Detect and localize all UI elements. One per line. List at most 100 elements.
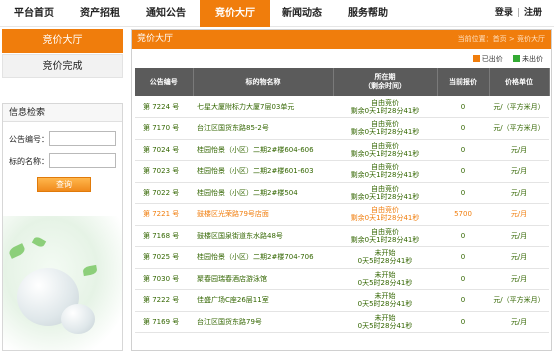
row-price: 0	[437, 311, 489, 333]
row-name-link[interactable]: 桂园怡景（小区）二期2#楼601-603	[193, 160, 333, 183]
panel-header: 竞价大厅 当前位置：首页 > 竞价大厅	[132, 30, 551, 49]
query-button[interactable]: 查询	[37, 177, 91, 192]
row-remaining-time: 剩余0天1时28分41秒	[350, 235, 420, 244]
row-code: 第 7023 号	[135, 160, 193, 183]
row-name-link[interactable]: 七星大厦附标力大厦7层03单元	[193, 96, 333, 118]
bidding-table: 公告编号 标的物名称 所在期 （剩余时间） 当前报价 价格单位 第 7224 号…	[135, 68, 550, 333]
legend-swatch-not-bid	[513, 55, 520, 62]
row-code: 第 7169 号	[135, 311, 193, 333]
table-row[interactable]: 第 7221 号鼓楼区光荣路79号店面 自由竞价 剩余0天1时28分41秒 5700 元…	[135, 203, 549, 226]
separator: |	[516, 8, 520, 18]
row-period: 未开始 0天5时28分41秒	[333, 311, 437, 333]
table-row[interactable]: 第 7170 号台江区国货东路85-2号 自由竞价 剩余0天1时28分41秒 0 元/（…	[135, 117, 549, 140]
row-unit: 元/月	[489, 182, 549, 204]
code-label: 公告编号：	[9, 135, 49, 144]
row-name-link[interactable]: 聚春园瑞春酒店游泳馆	[193, 268, 333, 290]
name-label: 标的名称：	[9, 157, 49, 166]
sidebar-item-bidding-done[interactable]: 竞价完成	[2, 54, 123, 78]
status-legend: 已出价 未出价	[465, 54, 543, 64]
row-status: 自由竞价	[371, 227, 399, 236]
register-link[interactable]: 注册	[524, 8, 542, 18]
row-price: 0	[437, 246, 489, 269]
row-price: 0	[437, 182, 489, 204]
row-unit: 元/月	[489, 246, 549, 269]
row-code: 第 7024 号	[135, 139, 193, 161]
search-title: 信息检索	[3, 104, 122, 122]
login-link[interactable]: 登录	[495, 8, 513, 18]
row-code: 第 7025 号	[135, 246, 193, 269]
row-unit: 元/（平方米月）	[489, 117, 549, 140]
row-remaining-time: 剩余0天1时28分41秒	[350, 149, 420, 158]
table-row[interactable]: 第 7168 号鼓楼区国泉街道东水路48号 自由竞价 剩余0天1时28分41秒 0 元/…	[135, 225, 549, 247]
nav-notices[interactable]: 通知公告	[134, 0, 198, 27]
table-row[interactable]: 第 7222 号佳盛广场C座26层11室 未开始 0天5时28分41秒 0 元/（平方米…	[135, 289, 549, 312]
table-row[interactable]: 第 7023 号桂园怡景（小区）二期2#楼601-603 自由竞价 剩余0天1时28…	[135, 160, 549, 183]
bidding-hall-panel: 竞价大厅 当前位置：首页 > 竞价大厅 已出价 未出价 公告编号 标的物名称 所…	[131, 29, 552, 351]
row-price: 0	[437, 96, 489, 118]
row-unit: 元/月	[489, 268, 549, 290]
row-period: 未开始 0天5时28分41秒	[333, 268, 437, 290]
row-remaining-time: 0天5时28分41秒	[357, 321, 413, 330]
table-row[interactable]: 第 7025 号桂园怡景（小区）二期2#楼704-706 未开始 0天5时28分41…	[135, 246, 549, 269]
row-remaining-time: 剩余0天1时28分41秒	[350, 106, 420, 115]
sidebar-menu: 竞价大厅 竞价完成	[2, 29, 123, 79]
table-header-row: 公告编号 标的物名称 所在期 （剩余时间） 当前报价 价格单位	[135, 68, 550, 96]
row-name-link[interactable]: 台江区国货东路85-2号	[193, 117, 333, 140]
row-code: 第 7221 号	[135, 203, 193, 226]
row-name-link[interactable]: 桂园怡景（小区）二期2#楼604-606	[193, 139, 333, 161]
col-name: 标的物名称	[193, 68, 334, 96]
col-unit: 价格单位	[489, 68, 550, 96]
table-row[interactable]: 第 7024 号桂园怡景（小区）二期2#楼604-606 自由竞价 剩余0天1时28…	[135, 139, 549, 161]
name-input[interactable]	[49, 153, 116, 168]
col-price: 当前报价	[437, 68, 490, 96]
legend-not-bid: 未出价	[513, 55, 543, 63]
row-name-link[interactable]: 桂园怡景（小区）二期2#楼704-706	[193, 246, 333, 269]
auth-links: 登录 | 注册	[495, 0, 542, 27]
row-code: 第 7222 号	[135, 289, 193, 312]
row-price: 0	[437, 160, 489, 183]
row-status: 未开始	[374, 313, 396, 322]
table-row[interactable]: 第 7169 号台江区国货东路79号 未开始 0天5时28分41秒 0 元/月	[135, 311, 549, 333]
decorative-illustration	[3, 216, 122, 350]
row-unit: 元/月	[489, 139, 549, 161]
nav-bidding-hall[interactable]: 竞价大厅	[200, 0, 270, 27]
row-unit: 元/（平方米月）	[489, 289, 549, 312]
table-row[interactable]: 第 7030 号聚春园瑞春酒店游泳馆 未开始 0天5时28分41秒 0 元/月	[135, 268, 549, 290]
table-row[interactable]: 第 7022 号桂园怡景（小区）二期2#楼504 自由竞价 剩余0天1时28分41秒…	[135, 182, 549, 204]
row-price: 0	[437, 225, 489, 247]
table-row[interactable]: 第 7224 号七星大厦附标力大厦7层03单元 自由竞价 剩余0天1时28分41秒 0…	[135, 96, 549, 118]
row-name-link[interactable]: 鼓楼区国泉街道东水路48号	[193, 225, 333, 247]
row-price: 0	[437, 139, 489, 161]
row-unit: 元/月	[489, 225, 549, 247]
nav-news[interactable]: 新闻动态	[270, 0, 334, 27]
row-period: 自由竞价 剩余0天1时28分41秒	[333, 117, 437, 140]
row-name-link[interactable]: 佳盛广场C座26层11室	[193, 289, 333, 312]
row-unit: 元/月	[489, 311, 549, 333]
row-price: 0	[437, 268, 489, 290]
search-panel: 信息检索 公告编号： 标的名称： 查询	[2, 103, 123, 351]
col-period: 所在期 （剩余时间）	[333, 68, 438, 96]
code-input[interactable]	[49, 131, 116, 146]
row-period: 未开始 0天5时28分41秒	[333, 246, 437, 269]
nav-help[interactable]: 服务帮助	[336, 0, 400, 27]
row-status: 自由竞价	[371, 184, 399, 193]
legend-bid-label: 已出价	[481, 55, 503, 63]
sidebar-item-bidding-hall[interactable]: 竞价大厅	[2, 29, 123, 53]
row-price: 5700	[437, 203, 489, 226]
row-name-link[interactable]: 鼓楼区光荣路79号店面	[193, 203, 333, 226]
row-period: 自由竞价 剩余0天1时28分41秒	[333, 203, 437, 226]
nav-home[interactable]: 平台首页	[2, 0, 66, 27]
nav-asset-lease[interactable]: 资产招租	[68, 0, 132, 27]
breadcrumb: 当前位置：首页 > 竞价大厅	[457, 35, 545, 43]
row-code: 第 7224 号	[135, 96, 193, 118]
row-name-link[interactable]: 台江区国货东路79号	[193, 311, 333, 333]
row-code: 第 7022 号	[135, 182, 193, 204]
row-unit: 元/月	[489, 203, 549, 226]
row-name-link[interactable]: 桂园怡景（小区）二期2#楼504	[193, 182, 333, 204]
col-code: 公告编号	[135, 68, 194, 96]
legend-swatch-bid	[472, 55, 480, 62]
row-code: 第 7168 号	[135, 225, 193, 247]
row-remaining-time: 剩余0天1时28分41秒	[350, 171, 420, 180]
row-period: 自由竞价 剩余0天1时28分41秒	[333, 139, 437, 161]
row-remaining-time: 剩余0天1时28分41秒	[350, 214, 420, 223]
